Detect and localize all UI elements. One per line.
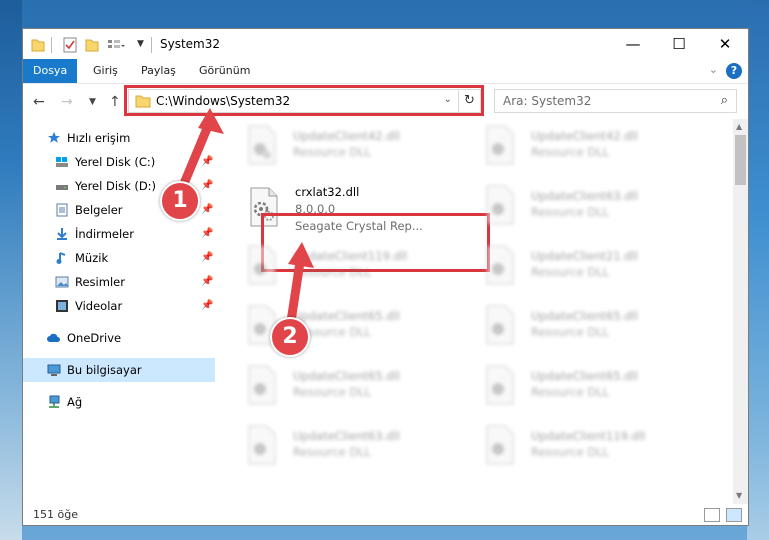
step-1-badge: 1 (160, 181, 200, 221)
annotation-overlay (173, 108, 314, 333)
step-2-arrowhead (288, 242, 314, 268)
step-2-badge: 2 (270, 317, 310, 357)
